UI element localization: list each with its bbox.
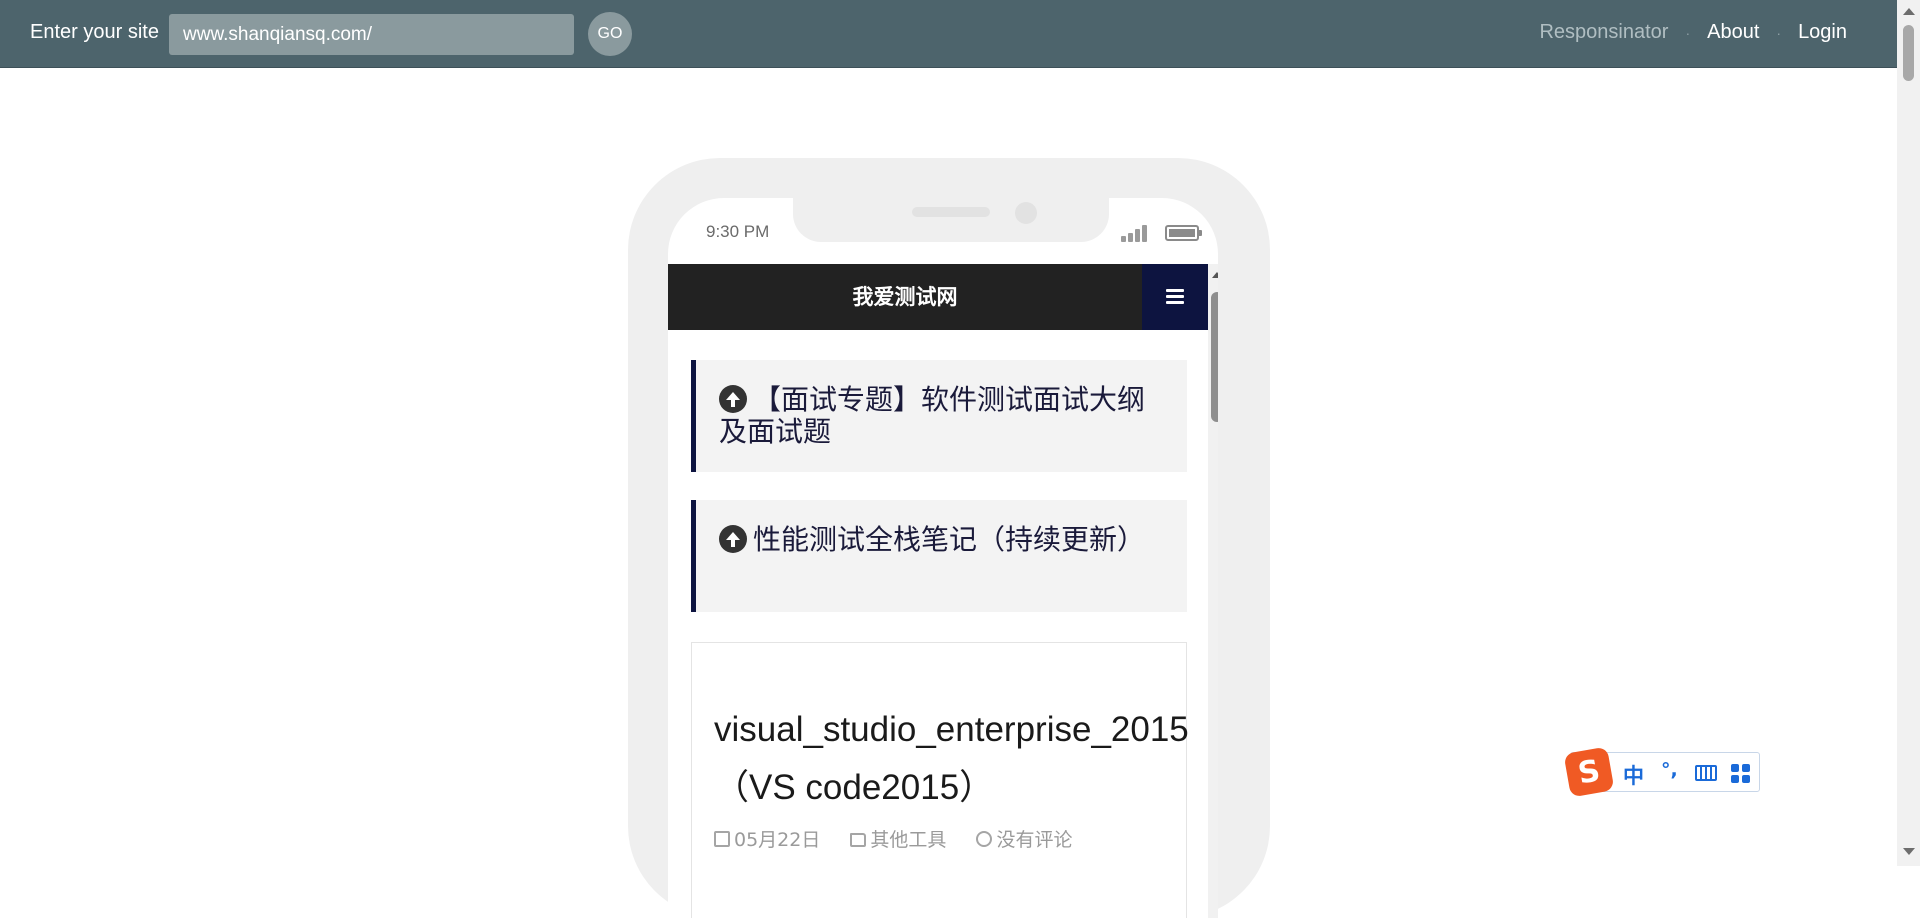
site-header: 我爱测试网	[668, 264, 1208, 330]
hamburger-icon	[1166, 289, 1184, 305]
sticky-post-card[interactable]: 性能测试全栈笔记（持续更新）	[691, 500, 1187, 612]
nav-about[interactable]: About	[1707, 21, 1759, 44]
phone-screen: 9:30 PM 我爱测试网 【面试专题】软件测试面试大纲及面试题 性能测试全栈笔…	[668, 198, 1218, 918]
post-title-line: visual_studio_enterprise_2015	[714, 710, 1189, 749]
inner-scrollbar-thumb[interactable]	[1211, 292, 1218, 422]
sogou-logo-icon[interactable]: S	[1563, 746, 1615, 798]
go-button[interactable]: GO	[588, 12, 632, 56]
calendar-icon	[714, 831, 730, 847]
sticky-post-title[interactable]: 性能测试全栈笔记（持续更新）	[753, 523, 1145, 556]
post-title[interactable]: visual_studio_enterprise_2015 （VS code20…	[714, 701, 1218, 817]
site-url-input[interactable]	[169, 14, 574, 55]
phone-notch	[793, 198, 1109, 242]
site-title[interactable]: 我爱测试网	[668, 264, 1142, 330]
comments-icon	[976, 831, 993, 847]
nav-login[interactable]: Login	[1798, 21, 1847, 44]
ime-toolbar[interactable]: S 中 °,	[1563, 746, 1760, 798]
sticky-post-card[interactable]: 【面试专题】软件测试面试大纲及面试题	[691, 360, 1187, 472]
signal-icon	[1121, 224, 1151, 242]
battery-icon	[1165, 225, 1202, 241]
nav-responsinator[interactable]: Responsinator	[1539, 21, 1668, 44]
inner-scroll-up-arrow-icon[interactable]	[1212, 272, 1218, 278]
keyboard-icon[interactable]	[1695, 765, 1717, 781]
scroll-up-arrow-icon[interactable]	[1903, 8, 1915, 15]
ime-punctuation-toggle[interactable]: °,	[1661, 759, 1678, 781]
post-meta: 05月22日 其他工具 没有评论	[714, 825, 1096, 852]
post-date: 05月22日	[714, 825, 820, 852]
folder-icon	[850, 833, 867, 847]
post-category[interactable]: 其他工具	[850, 825, 946, 852]
scroll-down-arrow-icon[interactable]	[1903, 848, 1915, 855]
inner-scrollbar[interactable]	[1208, 264, 1218, 918]
ime-mode-toggle[interactable]: 中	[1623, 760, 1644, 790]
grid-icon[interactable]	[1731, 764, 1751, 784]
arrow-circle-up-icon	[719, 385, 747, 413]
post-title-line: （VS code2015）	[714, 768, 995, 807]
top-nav: Responsinator · About · Login	[1539, 21, 1847, 44]
arrow-circle-up-icon	[719, 525, 747, 553]
status-time: 9:30 PM	[706, 222, 770, 241]
sticky-post-title[interactable]: 【面试专题】软件测试面试大纲及面试题	[719, 383, 1145, 448]
post-comments[interactable]: 没有评论	[976, 825, 1072, 852]
window-scrollbar[interactable]	[1897, 0, 1920, 866]
site-label: Enter your site	[30, 21, 159, 43]
nav-separator: ·	[1776, 24, 1782, 41]
scrollbar-thumb[interactable]	[1903, 25, 1914, 81]
nav-separator: ·	[1685, 24, 1691, 41]
phone-frame: 9:30 PM 我爱测试网 【面试专题】软件测试面试大纲及面试题 性能测试全栈笔…	[628, 158, 1270, 918]
speaker-grille	[912, 207, 990, 217]
post-card: visual_studio_enterprise_2015 （VS code20…	[691, 642, 1189, 918]
menu-button[interactable]	[1142, 264, 1208, 330]
top-toolbar: Enter your site GO Responsinator · About…	[0, 0, 1897, 68]
front-camera	[1015, 202, 1037, 224]
